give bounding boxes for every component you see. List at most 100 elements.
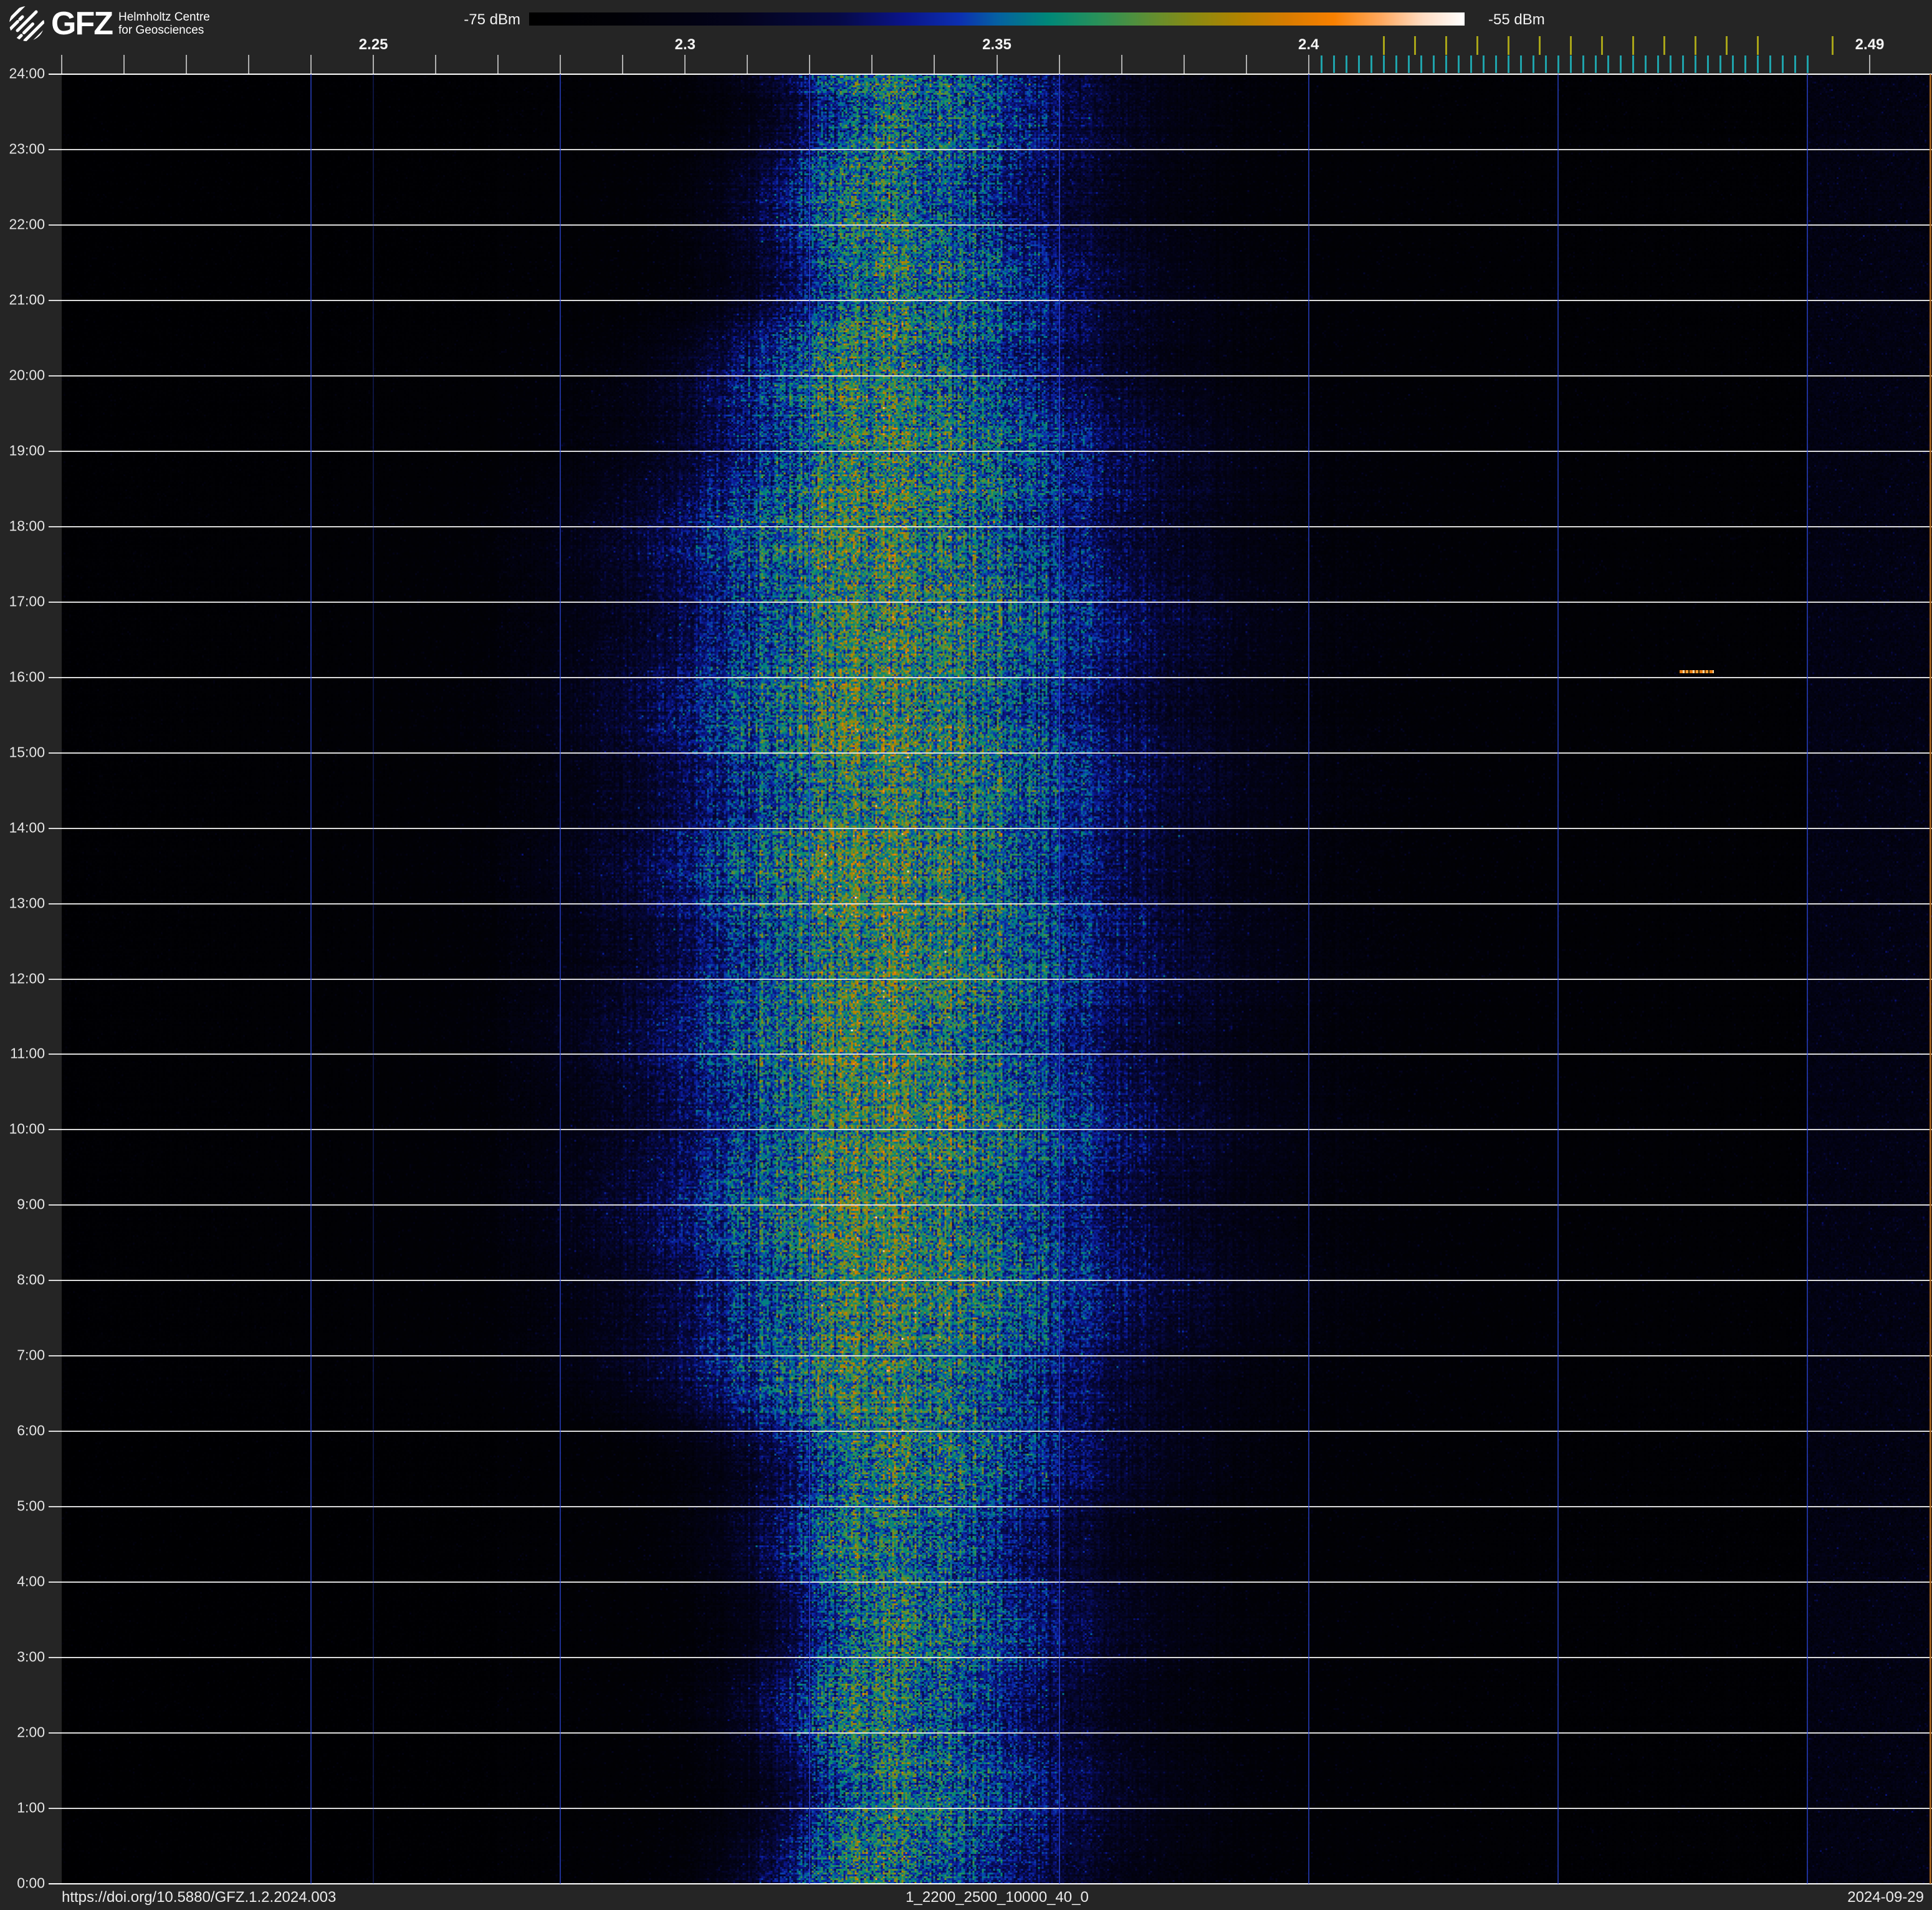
hour-label: 9:00 [17,1196,45,1212]
header-bar: GFZ Helmholtz Centre for Geosciences -75… [0,0,1932,74]
hour-label: 24:00 [9,65,45,82]
hour-label: 16:00 [9,668,45,685]
date-text: 2024-09-29 [1847,1889,1924,1906]
hour-label: 3:00 [17,1648,45,1665]
freq-gridline-40mhz [310,74,312,1884]
ble-channel-tick [1706,55,1709,73]
doi-text: https://doi.org/10.5880/GFZ.1.2.2024.003 [62,1889,337,1906]
wifi-channel-tick [1413,36,1416,55]
ble-channel-tick [1445,55,1447,73]
freq-minor-tick [1308,55,1309,74]
ble-channel-tick [1806,55,1809,73]
hour-gridline [49,375,1932,377]
ble-channel-tick [1470,55,1472,73]
freq-axis-label: 2.49 [1855,36,1885,53]
wifi-channel-tick [1694,36,1696,55]
gfz-logo-text: GFZ [51,6,113,42]
freq-minor-tick [310,55,312,74]
ble-channel-tick [1694,55,1696,73]
freq-axis-label: 2.4 [1298,36,1319,53]
ble-channel-tick [1382,55,1385,73]
freq-minor-tick [871,55,873,74]
freq-gridline-40mhz [1058,74,1060,1884]
hour-label: 14:00 [9,818,45,835]
freq-gridline-40mhz [1308,74,1309,1884]
hour-gridline [49,1431,1932,1432]
hour-gridline [49,1808,1932,1810]
hour-gridline [49,676,1932,678]
ble-channel-tick [1532,55,1534,73]
hour-gridline [49,978,1932,980]
right-edge-marker-line [1930,74,1931,1884]
freq-axis-label: 2.25 [358,36,388,53]
ble-channel-tick [1569,55,1572,73]
hour-label: 6:00 [17,1422,45,1439]
hour-gridline [49,74,1932,75]
ble-channel-tick [1619,55,1622,73]
hour-gridline [49,601,1932,603]
ble-channel-tick [1607,55,1609,73]
hour-gridline [49,1732,1932,1734]
ble-channel-tick [1407,55,1410,73]
ble-channel-tick [1582,55,1584,73]
hour-label: 18:00 [9,517,45,534]
hour-label: 2:00 [17,1724,45,1740]
ble-channel-tick [1395,55,1397,73]
hour-label: 19:00 [9,442,45,459]
hour-label: 1:00 [17,1799,45,1816]
freq-minor-tick [248,55,250,74]
freq-gridline-40mhz [1557,74,1559,1884]
hour-gridline [49,1657,1932,1659]
ble-channel-tick [1794,55,1796,73]
ble-channel-tick [1494,55,1497,73]
hour-label: 5:00 [17,1497,45,1514]
hour-label: 17:00 [9,593,45,610]
wifi-channel-tick [1632,36,1634,55]
filename-text: 1_2200_2500_10000_40_0 [906,1889,1089,1906]
gfz-logo-subtitle-line2: for Geosciences [118,24,204,37]
wifi-channel-tick [1663,36,1665,55]
freq-minor-tick [1121,55,1122,74]
wifi-channel-tick [1725,36,1728,55]
ble-channel-tick [1681,55,1684,73]
hour-gridline [49,1506,1932,1508]
freq-minor-tick [996,55,998,74]
freq-minor-tick [1183,55,1185,74]
ble-channel-tick [1507,55,1509,73]
hour-gridline [49,1355,1932,1357]
freq-minor-tick [61,55,62,74]
freq-minor-tick [373,55,375,74]
hour-gridline [49,1053,1932,1055]
colorbar-max-label: -55 dBm [1488,11,1545,28]
wifi-channel-tick [1600,36,1603,55]
freq-minor-tick [934,55,935,74]
ble-channel-tick [1332,55,1335,73]
hour-gridline [49,299,1932,301]
hour-label: 8:00 [17,1271,45,1288]
freq-minor-tick [747,55,748,74]
hour-gridline [49,1204,1932,1206]
wifi-channel-tick [1445,36,1447,55]
ble-channel-tick [1769,55,1771,73]
hour-label: 12:00 [9,969,45,986]
freq-minor-tick [560,55,562,74]
freq-axis-label: 2.35 [982,36,1011,53]
freq-minor-tick [622,55,624,74]
colorbar-min-label: -75 dBm [464,11,520,28]
colorbar-gradient [529,12,1465,26]
hour-gridline [49,1581,1932,1583]
hour-gridline [49,148,1932,150]
plot-area [49,74,1932,1884]
hour-label: 7:00 [17,1346,45,1363]
hour-gridline [49,1129,1932,1131]
freq-minor-tick [1058,55,1060,74]
ble-channel-tick [1519,55,1522,73]
ble-channel-tick [1345,55,1347,73]
ble-channel-tick [1420,55,1422,73]
ble-channel-tick [1320,55,1322,73]
ble-channel-tick [1594,55,1597,73]
gfz-logo-subtitle-line1: Helmholtz Centre [118,11,210,24]
freq-minor-tick [435,55,437,74]
hour-gridline [49,827,1932,829]
ble-channel-tick [1781,55,1784,73]
